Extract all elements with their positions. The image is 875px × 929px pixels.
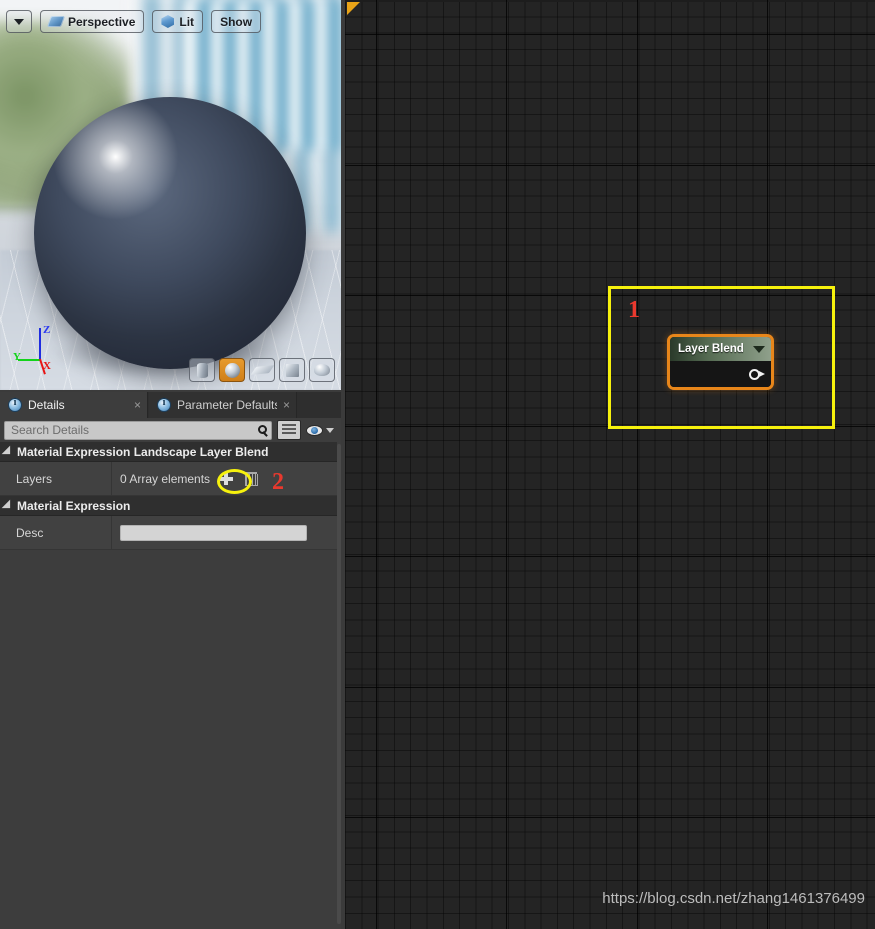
layer-blend-node-title: Layer Blend — [678, 343, 744, 355]
axis-z-label: Z — [43, 324, 51, 336]
plane-preview-button[interactable] — [249, 358, 275, 382]
details-view-toggle-button[interactable] — [277, 420, 301, 440]
property-layers-label: Layers — [0, 462, 112, 495]
search-details-box[interactable] — [4, 420, 272, 440]
search-icon — [258, 424, 267, 434]
search-input[interactable] — [11, 423, 251, 437]
grid-major-line-h — [345, 556, 875, 557]
grid-major-line-h — [345, 165, 875, 166]
viewport-view-mode-label: Lit — [179, 14, 195, 29]
cylinder-preview-button[interactable] — [189, 358, 215, 382]
grid-major-line-h — [345, 687, 875, 688]
category-material-expression[interactable]: Material Expression — [0, 496, 337, 516]
teapot-preview-button[interactable] — [309, 358, 335, 382]
grid-major-line-v — [506, 0, 507, 929]
info-icon — [157, 397, 171, 412]
grid-major-line-h — [345, 34, 875, 35]
tab-parameter-defaults-close-icon[interactable]: × — [283, 399, 290, 411]
viewport-camera-mode-label: Perspective — [68, 14, 136, 29]
axis-x-label: X — [43, 360, 51, 372]
axis-y-label: Y — [13, 351, 21, 363]
axis-y-line — [18, 359, 40, 361]
category-material-expression-label: Material Expression — [17, 498, 131, 513]
preview-sphere-mesh[interactable] — [34, 97, 306, 369]
axis-gizmo: Z Y X — [13, 324, 74, 376]
viewport-show-menu-button[interactable]: Show — [211, 10, 262, 33]
output-pin-icon[interactable] — [749, 368, 765, 380]
annotation-2-label: 2 — [272, 469, 284, 495]
sphere-preview-button[interactable] — [219, 358, 245, 382]
tab-details-close-icon[interactable]: × — [134, 399, 141, 411]
details-panel: Details × Parameter Defaults × — [0, 392, 341, 929]
details-search-row — [0, 418, 341, 442]
tab-details-label: Details — [28, 398, 65, 412]
viewport-options-button[interactable] — [6, 10, 32, 33]
grid-major-line-v — [376, 0, 377, 929]
property-desc-label: Desc — [0, 516, 112, 549]
cube-icon — [285, 363, 299, 377]
teapot-icon — [314, 364, 330, 376]
annotation-2-ellipse — [217, 469, 252, 494]
material-editor-window: Perspective Lit Show Z Y X i Details × i… — [0, 0, 875, 929]
grid-major-line-v — [767, 0, 768, 929]
graph-top-edge — [345, 0, 875, 2]
layers-array-count: 0 Array elements — [120, 471, 211, 486]
cube-icon — [161, 15, 175, 28]
material-graph-canvas[interactable]: 1 Layer Blend https://blog.csdn.net/zhan… — [345, 0, 875, 929]
output-pin-arrow — [759, 370, 765, 377]
axis-z-line — [39, 328, 41, 360]
eye-icon — [306, 424, 323, 436]
preview-mesh-toolbar — [189, 358, 335, 382]
left-column: Perspective Lit Show Z Y X i Details × i… — [0, 0, 345, 929]
watermark-text: https://blog.csdn.net/zhang1461376499 — [602, 890, 865, 907]
layer-blend-node[interactable]: Layer Blend — [667, 334, 774, 390]
viewport-toolbar: Perspective Lit Show — [6, 10, 262, 33]
viewport-show-label: Show — [220, 14, 253, 29]
perspective-icon — [46, 16, 66, 27]
category-landscape-layer-blend[interactable]: Material Expression Landscape Layer Blen… — [0, 442, 337, 462]
material-preview-viewport[interactable]: Perspective Lit Show Z Y X — [0, 0, 341, 390]
details-tab-strip: Details × Parameter Defaults × — [0, 392, 341, 418]
layer-blend-node-body — [670, 361, 771, 387]
cube-preview-button[interactable] — [279, 358, 305, 382]
details-visibility-button[interactable] — [306, 424, 337, 436]
details-scrollbar[interactable] — [337, 444, 341, 924]
expand-triangle-icon — [1, 445, 15, 458]
chevron-down-icon — [14, 18, 24, 25]
cylinder-icon — [196, 362, 208, 378]
layer-blend-node-header[interactable]: Layer Blend — [670, 337, 771, 361]
annotation-1-label: 1 — [628, 297, 640, 323]
grid-major-line-v — [637, 0, 638, 929]
tab-details[interactable]: Details × — [0, 392, 148, 418]
info-icon — [8, 397, 22, 412]
desc-field[interactable] — [120, 524, 307, 541]
sphere-icon — [224, 362, 240, 378]
viewport-view-mode-button[interactable]: Lit — [152, 10, 204, 33]
plane-icon — [250, 365, 274, 375]
details-properties: Material Expression Landscape Layer Blen… — [0, 442, 337, 550]
property-row-layers: Layers 0 Array elements — [0, 462, 337, 496]
expand-triangle-icon — [1, 499, 15, 512]
tab-parameter-defaults-label: Parameter Defaults — [177, 398, 277, 412]
graph-corner-marker-icon — [347, 2, 360, 15]
property-desc-value-cell — [112, 516, 337, 549]
grid-major-line-h — [345, 817, 875, 818]
chevron-down-icon — [326, 427, 334, 433]
category-landscape-layer-blend-label: Material Expression Landscape Layer Blen… — [17, 444, 269, 459]
property-row-desc: Desc — [0, 516, 337, 550]
grid-view-icon — [282, 424, 296, 436]
tab-parameter-defaults[interactable]: Parameter Defaults × — [149, 392, 297, 418]
viewport-camera-mode-button[interactable]: Perspective — [40, 10, 145, 33]
chevron-down-icon[interactable] — [753, 345, 765, 353]
